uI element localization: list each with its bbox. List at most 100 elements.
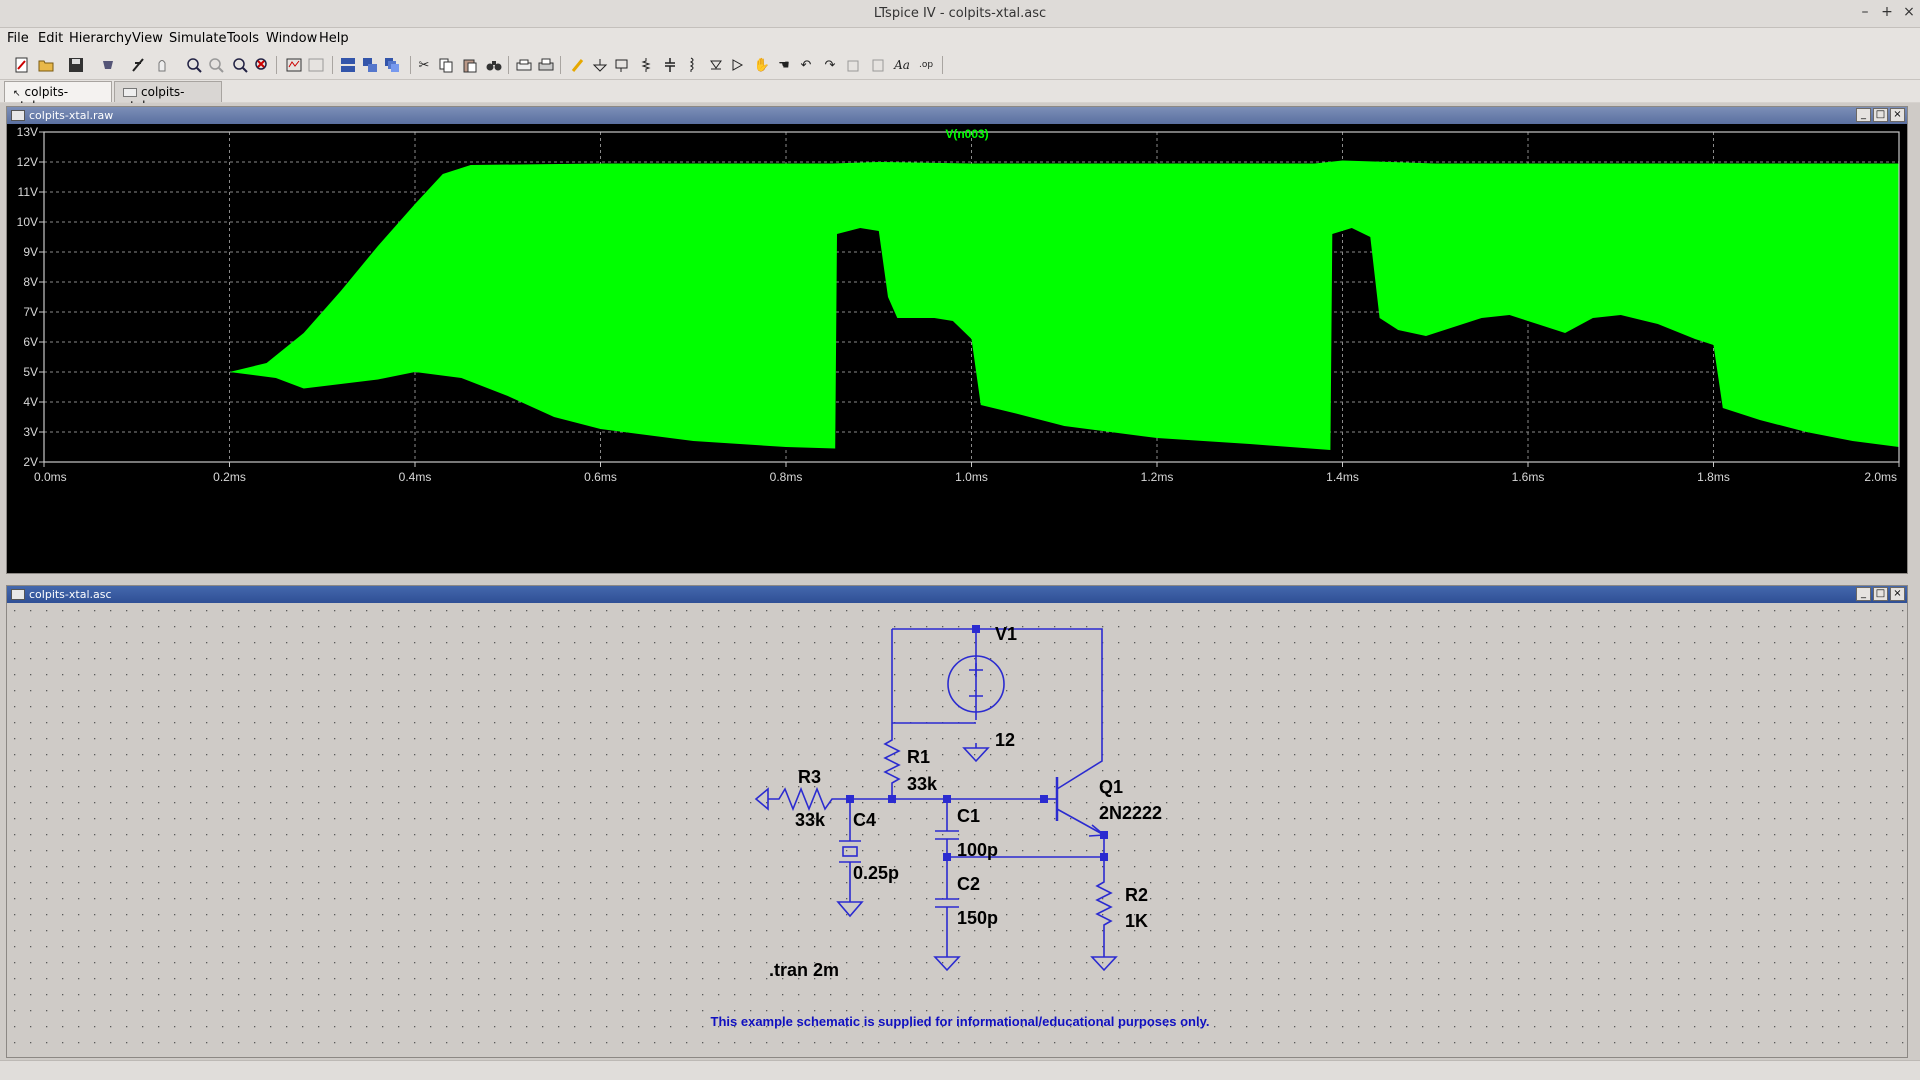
waveform-close-button[interactable]: × (1890, 108, 1905, 122)
mirror-icon[interactable] (868, 55, 888, 75)
component-icon[interactable] (728, 55, 748, 75)
educational-note: This example schematic is supplied for i… (711, 1014, 1210, 1029)
zoom-cancel-icon[interactable] (252, 55, 272, 75)
x-tick-label: 0.6ms (584, 470, 617, 484)
tile-horizontal-icon[interactable] (338, 55, 358, 75)
y-tick-label: 13V (17, 125, 38, 139)
paste-icon[interactable] (460, 55, 480, 75)
schematic-maximize-button[interactable]: □ (1873, 587, 1888, 601)
y-tick-label: 6V (23, 335, 38, 349)
drag-icon[interactable]: ☚ (774, 55, 794, 75)
resistor-icon[interactable] (636, 55, 656, 75)
waveform-tab-icon (123, 88, 137, 97)
menu-window[interactable]: Window (266, 31, 317, 46)
r3-value: 33k (795, 810, 826, 830)
zoom-in-icon[interactable] (184, 55, 204, 75)
tab-schematic[interactable]: ↖colpits-xtal.asc (4, 81, 112, 113)
tile-vertical-icon[interactable] (360, 55, 380, 75)
y-tick-label: 2V (23, 455, 38, 469)
autorange-icon[interactable] (284, 55, 304, 75)
zoom-out-icon[interactable] (230, 55, 250, 75)
waveform-maximize-button[interactable]: □ (1873, 108, 1888, 122)
print-setup-icon[interactable] (514, 55, 534, 75)
cut-icon[interactable]: ✂ (414, 55, 434, 75)
c1-name: C1 (957, 806, 980, 826)
schematic-window[interactable]: colpits-xtal.asc _ □ × V1 12 R1 33k R3 3… (6, 585, 1908, 1058)
c4-value: 0.25p (853, 863, 899, 883)
autorange-icon-2[interactable] (306, 55, 326, 75)
menu-file[interactable]: File (7, 31, 29, 46)
v1-name: V1 (995, 624, 1017, 644)
menu-help[interactable]: Help (319, 31, 349, 46)
menu-tools[interactable]: Tools (227, 31, 259, 46)
menu-view[interactable]: View (132, 31, 163, 46)
waveform-minimize-button[interactable]: _ (1856, 108, 1871, 122)
close-button[interactable]: × (1898, 4, 1920, 20)
r2-value: 1K (1125, 911, 1148, 931)
q1-name: Q1 (1099, 777, 1123, 797)
diode-icon[interactable] (706, 55, 726, 75)
run-icon[interactable] (128, 55, 148, 75)
save-icon[interactable] (66, 55, 86, 75)
r1-value: 33k (907, 774, 938, 794)
c4-name: C4 (853, 810, 876, 830)
x-tick-label: 1.8ms (1697, 470, 1730, 484)
waveform-plot[interactable]: 0.0ms 0.2ms 0.4ms 0.6ms 0.8ms 1.0ms 1.2ms 1.4ms… (7, 124, 1907, 573)
y-tick-label: 8V (23, 275, 38, 289)
schematic-minimize-button[interactable]: _ (1856, 587, 1871, 601)
toolbar: ✂ ✋ ☚ ↶ ↷ Aa .op (0, 50, 1920, 80)
move-icon[interactable]: ✋ (752, 55, 772, 75)
redo-icon[interactable]: ↷ (820, 55, 840, 75)
minimize-button[interactable]: – (1854, 4, 1876, 20)
cascade-icon[interactable] (382, 55, 402, 75)
maximize-button[interactable]: + (1876, 4, 1898, 20)
q1-value: 2N2222 (1099, 803, 1162, 823)
open-icon[interactable] (36, 55, 56, 75)
waveform-window[interactable]: colpits-xtal.raw _ □ × 0.0ms 0.2ms 0.4ms 0.… (6, 106, 1908, 574)
x-tick-label: 0.0ms (34, 470, 67, 484)
x-tick-label: 0.4ms (399, 470, 432, 484)
rotate-icon[interactable] (844, 55, 864, 75)
trace-label-v-n003: V(n003) (945, 127, 988, 141)
waveform-window-titlebar[interactable]: colpits-xtal.raw _ □ × (7, 107, 1907, 124)
halt-icon[interactable] (152, 55, 172, 75)
y-tick-label: 3V (23, 425, 38, 439)
menu-simulate[interactable]: Simulate (169, 31, 226, 46)
spice-directive-icon[interactable]: .op (916, 55, 936, 75)
x-tick-label: 2.0ms (1864, 470, 1897, 484)
wire-icon[interactable] (568, 55, 588, 75)
x-tick-label: 1.6ms (1512, 470, 1545, 484)
tab-waveform[interactable]: colpits-xtal.raw (114, 81, 222, 113)
status-bar (0, 1060, 1920, 1080)
inductor-icon[interactable] (682, 55, 702, 75)
control-panel-icon[interactable] (98, 55, 118, 75)
window-titlebar: LTspice IV - colpits-xtal.asc – + × (0, 0, 1920, 28)
new-schematic-icon[interactable] (12, 55, 32, 75)
schematic-window-icon (11, 589, 25, 600)
x-tick-label: 1.2ms (1141, 470, 1174, 484)
undo-icon[interactable]: ↶ (796, 55, 816, 75)
text-icon[interactable]: Aa (892, 55, 912, 75)
v1-value: 12 (995, 730, 1015, 750)
capacitor-icon[interactable] (660, 55, 680, 75)
x-tick-label: 0.2ms (213, 470, 246, 484)
y-tick-label: 7V (23, 305, 38, 319)
schematic-canvas[interactable]: V1 12 R1 33k R3 33k C4 0.25p C1 100p C2 … (7, 603, 1907, 1057)
schematic-close-button[interactable]: × (1890, 587, 1905, 601)
c2-name: C2 (957, 874, 980, 894)
print-icon[interactable] (536, 55, 556, 75)
y-tick-label: 4V (23, 395, 38, 409)
y-tick-label: 9V (23, 245, 38, 259)
r2-name: R2 (1125, 885, 1148, 905)
copy-icon[interactable] (436, 55, 456, 75)
schematic-tab-icon: ↖ (13, 89, 21, 99)
find-icon[interactable] (484, 55, 504, 75)
menu-hierarchy[interactable]: Hierarchy (69, 31, 132, 46)
zoom-full-icon[interactable] (206, 55, 226, 75)
r3-name: R3 (798, 767, 821, 787)
ground-icon[interactable] (590, 55, 610, 75)
menu-edit[interactable]: Edit (38, 31, 63, 46)
label-net-icon[interactable] (612, 55, 632, 75)
schematic-window-titlebar[interactable]: colpits-xtal.asc _ □ × (7, 586, 1907, 603)
x-tick-label: 0.8ms (770, 470, 803, 484)
